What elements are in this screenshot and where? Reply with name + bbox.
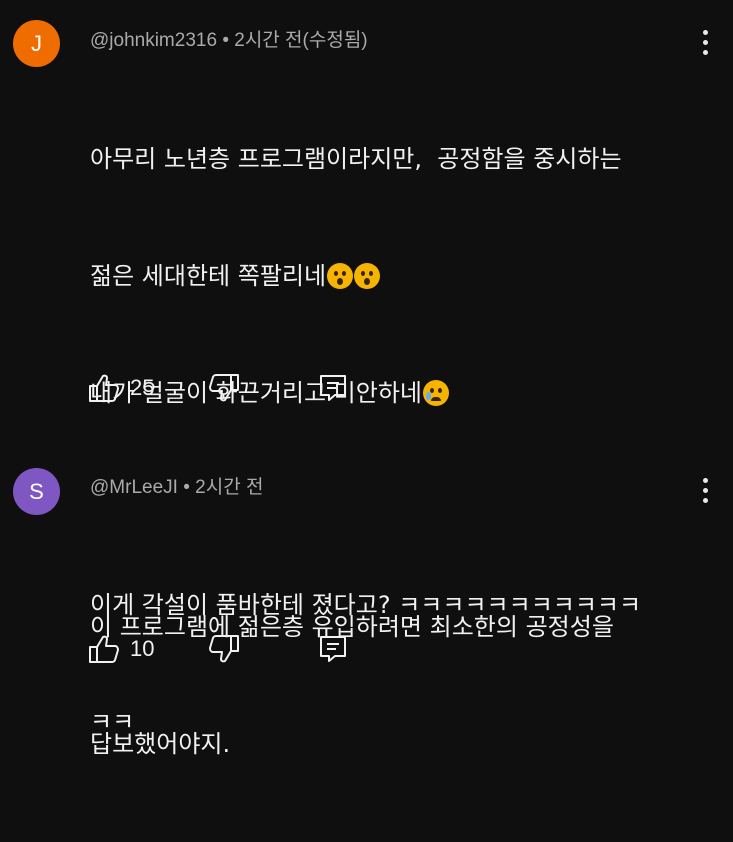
comment-line: 아무리 노년층 프로그램이라지만, 공정함을 중시하는: [90, 145, 622, 173]
more-vert-icon[interactable]: [703, 30, 709, 56]
comment-time: 2시간 전: [195, 477, 264, 498]
thumb-up-icon: [89, 374, 119, 402]
comment-meta: @MrLeeJI • 2시간 전: [90, 472, 263, 499]
avatar[interactable]: J: [13, 20, 60, 67]
author-name[interactable]: @johnkim2316: [90, 30, 217, 51]
reply-icon: [320, 375, 346, 401]
astonished-face-icon: [327, 263, 354, 289]
comment-meta: @johnkim2316 • 2시간 전(수정됨): [90, 25, 368, 52]
comment-actions: 25: [88, 373, 368, 403]
astonished-face-icon: [354, 263, 381, 289]
more-vert-icon[interactable]: [703, 478, 709, 504]
comment-line: ㅋㅋ: [90, 708, 135, 736]
like-button[interactable]: 25: [88, 373, 154, 407]
thumb-down-icon: [209, 635, 239, 663]
reply-button[interactable]: [318, 373, 348, 407]
comment-time: 2시간 전(수정됨): [234, 30, 368, 51]
thumb-down-icon: [209, 374, 239, 402]
comment-actions: 10: [88, 634, 368, 664]
comment-line: 젊은 세대한테 쪽팔리네: [90, 257, 710, 296]
comment-text: 이게 각설이 품바한테 졌다고? ㅋㅋㅋㅋㅋㅋㅋㅋㅋㅋㅋ ㅋㅋ: [90, 508, 710, 820]
reply-icon: [320, 636, 346, 662]
separator: •: [222, 30, 229, 51]
like-count: 25: [130, 375, 155, 400]
dislike-button[interactable]: [208, 373, 240, 407]
like-button[interactable]: 10: [88, 634, 154, 668]
like-count: 10: [130, 636, 155, 661]
reply-button[interactable]: [318, 634, 348, 668]
crying-face-icon: [423, 380, 450, 406]
thumb-up-icon: [89, 635, 119, 663]
avatar-letter: J: [31, 30, 42, 56]
author-name[interactable]: @MrLeeJI: [90, 477, 178, 498]
separator: •: [183, 477, 190, 498]
avatar-letter: S: [29, 478, 44, 504]
avatar[interactable]: S: [13, 468, 60, 515]
comment-line: 이게 각설이 품바한테 졌다고? ㅋㅋㅋㅋㅋㅋㅋㅋㅋㅋㅋ: [90, 591, 642, 619]
dislike-button[interactable]: [208, 634, 240, 668]
